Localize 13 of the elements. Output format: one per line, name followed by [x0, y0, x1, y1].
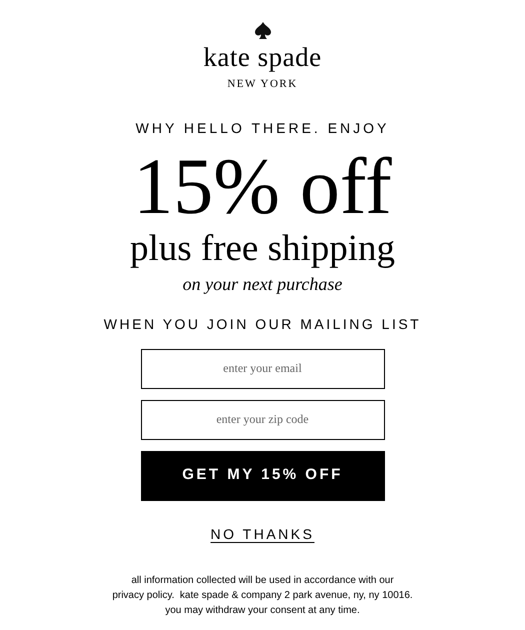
signup-prompt: WHEN YOU JOIN OUR MAILING LIST	[104, 314, 422, 332]
spade-icon	[254, 22, 270, 39]
offer-subline: plus free shipping	[130, 228, 396, 268]
decline-link[interactable]: NO THANKS	[210, 524, 314, 542]
input-field[interactable]: enter your email	[140, 348, 384, 388]
submit-button[interactable]: GET MY 15% OFF	[140, 450, 384, 500]
input-field[interactable]: enter your zip code	[140, 400, 384, 440]
disclaimer: all information collected will be used in accordance with our privacy policy. kate spade & company 2 park avenue, ny, ny 10016. you may withdraw your consent at any time.	[112, 574, 413, 618]
offer-note: on your next purchase	[182, 272, 342, 294]
offer-headline: 15% off	[133, 146, 392, 226]
brand-name: kate spade	[203, 42, 322, 72]
brand-location: NEW YORK	[227, 77, 298, 92]
greeting: WHY HELLO THERE. ENJOY	[136, 118, 390, 136]
